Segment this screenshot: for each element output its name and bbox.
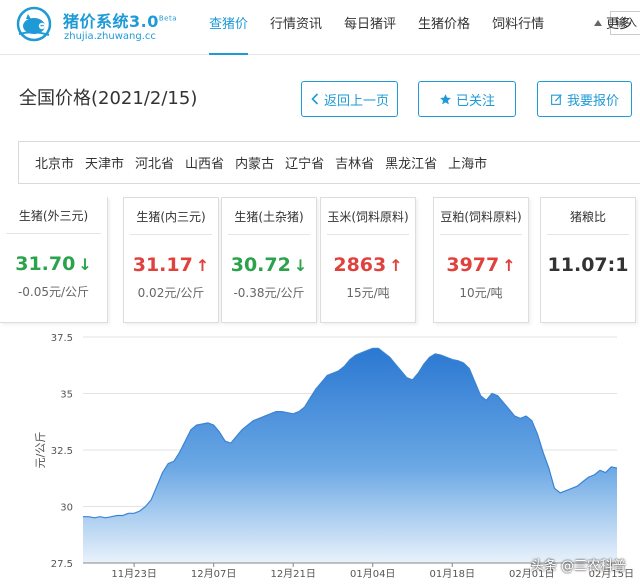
follow-button-label: 已关注 xyxy=(455,93,495,109)
price-area xyxy=(83,348,617,563)
back-button-label: 返回上一页 xyxy=(323,93,389,109)
price-card[interactable]: 生猪(外三元) 31.70 ↓ -0.05元/公斤 xyxy=(0,197,108,323)
y-tick-label: 30 xyxy=(60,503,73,514)
price-card[interactable]: 生猪(土杂猪) 30.72 ↓ -0.38元/公斤 xyxy=(221,197,317,323)
beta-tag: Beta xyxy=(158,14,178,23)
region-link[interactable]: 黑龙江省 xyxy=(374,153,437,172)
y-tick-label: 27.5 xyxy=(51,559,73,570)
region-link[interactable]: 辽宁省 xyxy=(274,153,324,172)
price-card[interactable]: 猪粮比 11.07:1 xyxy=(540,197,636,323)
price-change: 0.02元/公斤 xyxy=(137,286,205,300)
price-number: 31.70 xyxy=(15,253,76,275)
x-tick-label: 12月07日 xyxy=(191,568,236,580)
price-card[interactable]: 生猪(内三元) 31.17 ↑ 0.02元/公斤 xyxy=(123,197,219,323)
price-number: 30.72 xyxy=(230,254,291,276)
arrow-up-icon: ↑ xyxy=(389,256,403,275)
arrow-up-icon: ↑ xyxy=(195,256,210,275)
price-number: 31.17 xyxy=(132,254,193,276)
price-change: 15元/吨 xyxy=(346,286,390,300)
main-nav: 查猪价 行情资讯 每日猪评 生猪价格 饲料行情 xyxy=(198,0,555,55)
arrow-down-icon: ↓ xyxy=(293,256,308,275)
price-value: 30.72 ↓ xyxy=(222,254,316,276)
price-change: 10元/吨 xyxy=(459,286,503,300)
x-tick-label: 12月21日 xyxy=(270,568,315,580)
nav-item[interactable]: 每日猪评 xyxy=(333,0,407,55)
nav-item[interactable]: 生猪价格 xyxy=(407,0,481,55)
price-number: 3977 xyxy=(446,254,500,276)
region-selector: 北京市 天津市 河北省 山西省 内蒙古 辽宁省 吉林省 黑龙江省 上海市 xyxy=(18,141,640,184)
report-button-label: 我要报价 xyxy=(566,93,619,109)
price-value: 2863 ↑ xyxy=(321,254,415,276)
price-trend-chart: 27.5 30 32.5 35 37.5 11月23日 12月07日 12月21日 01月04日… xyxy=(34,333,634,580)
price-change: -0.05元/公斤 xyxy=(17,285,90,299)
y-tick-label: 32.5 xyxy=(51,446,73,457)
price-number: 2863 xyxy=(333,254,387,276)
price-card[interactable]: 玉米(饲料原料) 2863 ↑ 15元/吨 xyxy=(320,197,416,323)
x-tick-label: 11月23日 xyxy=(111,568,156,580)
region-link[interactable]: 吉林省 xyxy=(324,153,374,172)
more-regions-button[interactable]: 更多 xyxy=(593,13,632,32)
chevron-left-icon xyxy=(311,93,319,105)
region-link[interactable]: 北京市 xyxy=(19,153,74,172)
region-link[interactable]: 河北省 xyxy=(124,153,174,172)
region-link[interactable]: 山西省 xyxy=(174,153,224,172)
follow-button[interactable]: 已关注 xyxy=(418,81,516,117)
y-tick-label: 35 xyxy=(60,390,73,401)
price-value: 31.17 ↑ xyxy=(124,254,218,276)
price-card[interactable]: 豆粕(饲料原料) 3977 ↑ 10元/吨 xyxy=(433,197,529,323)
brand-title: 猪价系统3.0 xyxy=(63,12,159,31)
region-link[interactable]: 内蒙古 xyxy=(224,153,274,172)
watermark: 头条 @三农科普 xyxy=(530,559,626,574)
price-card-name: 玉米(饲料原料) xyxy=(321,208,415,235)
region-link[interactable]: 上海市 xyxy=(437,153,487,172)
price-value: 31.70 ↓ xyxy=(0,253,107,275)
price-card-name: 生猪(外三元) xyxy=(0,207,107,234)
y-axis-label: 元/公斤 xyxy=(34,432,47,469)
price-value: 11.07:1 xyxy=(541,254,635,276)
edit-icon xyxy=(551,93,562,105)
x-tick-label: 01月04日 xyxy=(350,568,395,580)
brand-domain: zhujia.zhuwang.cc xyxy=(64,31,156,42)
price-value: 3977 ↑ xyxy=(434,254,528,276)
star-icon xyxy=(440,93,451,104)
caret-up-icon xyxy=(593,19,602,26)
top-navigation-bar: 猪价系统3.0Beta zhujia.zhuwang.cc 查猪价 行情资讯 每日猪… xyxy=(0,0,640,55)
price-card-name: 生猪(内三元) xyxy=(124,208,218,235)
price-number: 11.07:1 xyxy=(547,254,629,276)
region-link[interactable]: 天津市 xyxy=(74,153,124,172)
price-card-name: 猪粮比 xyxy=(541,208,635,235)
price-change: -0.38元/公斤 xyxy=(233,286,305,300)
pig-logo-icon[interactable] xyxy=(16,6,52,42)
page-title: 全国价格(2021/2/15) xyxy=(19,88,198,109)
brand-name[interactable]: 猪价系统3.0Beta xyxy=(63,8,177,32)
more-label: 更多 xyxy=(605,17,632,32)
x-tick-label: 01月18日 xyxy=(430,568,475,580)
arrow-down-icon: ↓ xyxy=(78,255,92,274)
report-price-button[interactable]: 我要报价 xyxy=(537,81,632,117)
back-button[interactable]: 返回上一页 xyxy=(301,81,398,117)
arrow-up-icon: ↑ xyxy=(502,256,516,275)
nav-item[interactable]: 查猪价 xyxy=(198,0,259,55)
price-card-name: 豆粕(饲料原料) xyxy=(434,208,528,235)
nav-item[interactable]: 饲料行情 xyxy=(481,0,555,55)
nav-item[interactable]: 行情资讯 xyxy=(259,0,333,55)
price-card-name: 生猪(土杂猪) xyxy=(222,208,316,235)
y-tick-label: 37.5 xyxy=(51,333,73,344)
